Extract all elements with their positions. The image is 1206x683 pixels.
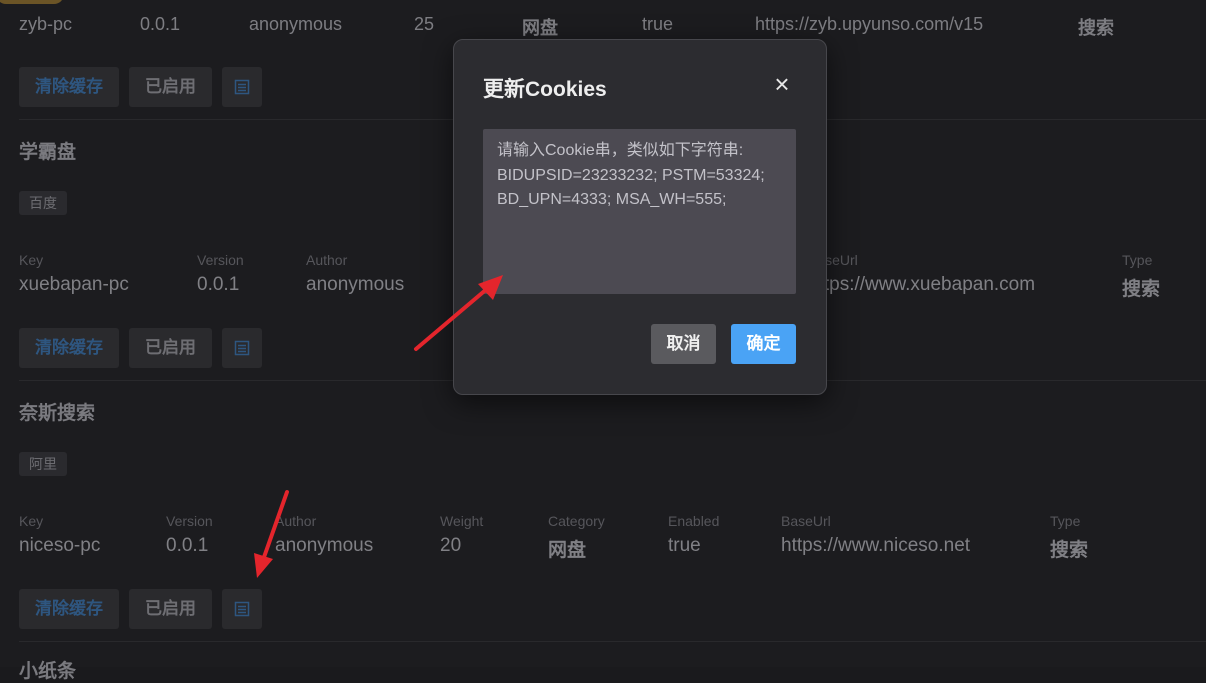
- plugin2-type-label: Type: [1122, 252, 1153, 268]
- plugin2-author-label: Author: [306, 252, 348, 268]
- plugin1-enabled: true: [642, 14, 674, 34]
- plugin1-clear-cache-button[interactable]: 清除缓存: [19, 67, 119, 107]
- plugin1-category: 网盘: [522, 18, 558, 38]
- plugin3-author: anonymous: [275, 535, 374, 556]
- plugin3-tag: 阿里: [19, 452, 67, 476]
- plugin2-clear-cache-button[interactable]: 清除缓存: [19, 328, 119, 368]
- list-icon: [234, 340, 250, 356]
- plugin2-enabled-button[interactable]: 已启用: [129, 328, 212, 368]
- plugin3-key-label: Key: [19, 513, 44, 529]
- plugin4-title: 小纸条: [19, 661, 77, 682]
- plugin1-key: zyb-pc: [19, 14, 73, 34]
- plugin3-key: niceso-pc: [19, 535, 101, 556]
- plugin3-author-label: Author: [275, 513, 317, 529]
- plugin2-tag: 百度: [19, 191, 67, 215]
- plugin3-enabled-label: Enabled: [668, 513, 720, 529]
- plugin2-baseurl: https://www.xuebapan.com: [808, 274, 1036, 295]
- plugin3-type-label: Type: [1050, 513, 1081, 529]
- plugin1-enabled-button[interactable]: 已启用: [129, 67, 212, 107]
- plugin3-title: 奈斯搜索: [19, 403, 96, 424]
- plugin1-settings-button[interactable]: [222, 67, 262, 107]
- plugin3-clear-cache-button[interactable]: 清除缓存: [19, 589, 119, 629]
- plugin3-baseurl-label: BaseUrl: [781, 513, 831, 529]
- plugin3-version-label: Version: [166, 513, 213, 529]
- plugin1-author: anonymous: [249, 14, 343, 34]
- cancel-button[interactable]: 取消: [651, 324, 716, 364]
- confirm-button[interactable]: 确定: [731, 324, 796, 364]
- update-cookies-dialog: 更新Cookies × 取消 确定: [453, 39, 827, 395]
- list-icon: [234, 601, 250, 617]
- plugin3-type: 搜索: [1050, 540, 1089, 561]
- close-icon[interactable]: ×: [770, 71, 794, 97]
- plugin1-type: 搜索: [1078, 18, 1114, 38]
- list-icon: [234, 79, 250, 95]
- plugin3-category: 网盘: [548, 540, 587, 561]
- dialog-title: 更新Cookies: [483, 78, 607, 101]
- plugin1-baseurl: https://zyb.upyunso.com/v15: [755, 14, 984, 34]
- plugin1-version: 0.0.1: [140, 14, 181, 34]
- plugin3-category-label: Category: [548, 513, 605, 529]
- plugin2-version: 0.0.1: [197, 274, 240, 295]
- cookie-input[interactable]: [483, 129, 796, 294]
- plugin3-baseurl: https://www.niceso.net: [781, 535, 971, 556]
- plugin3-version: 0.0.1: [166, 535, 209, 556]
- plugin2-version-label: Version: [197, 252, 244, 268]
- plugin2-type: 搜索: [1122, 279, 1161, 300]
- divider: [19, 641, 1206, 642]
- plugin3-enabled: true: [668, 535, 701, 556]
- plugin2-title: 学霸盘: [19, 142, 77, 163]
- plugin3-weight: 20: [440, 535, 462, 556]
- plugin3-enabled-button[interactable]: 已启用: [129, 589, 212, 629]
- top-badge: [0, 0, 64, 4]
- plugin2-author: anonymous: [306, 274, 405, 295]
- plugin3-settings-button[interactable]: [222, 589, 262, 629]
- plugin2-key-label: Key: [19, 252, 44, 268]
- plugin3-weight-label: Weight: [440, 513, 484, 529]
- plugin1-weight: 25: [414, 14, 435, 34]
- plugin2-settings-button[interactable]: [222, 328, 262, 368]
- plugin2-key: xuebapan-pc: [19, 274, 129, 295]
